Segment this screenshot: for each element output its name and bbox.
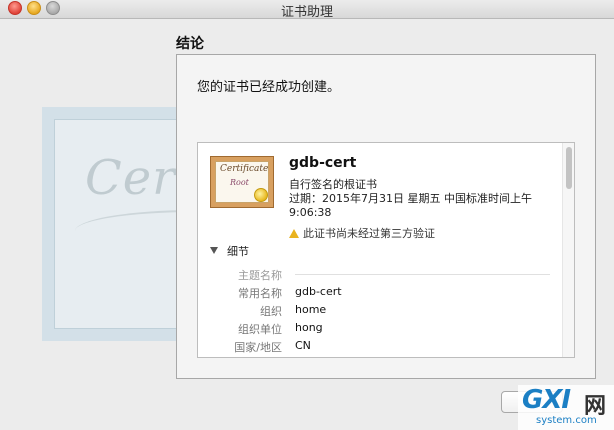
field-value: hong [295, 321, 323, 334]
subject-name-label: 主题名称 [238, 269, 282, 282]
vertical-scrollbar[interactable] [562, 143, 574, 357]
certificate-type: 自行签名的根证书 [289, 178, 377, 191]
field-label: 组织单位 [238, 323, 282, 336]
field-value: CN [295, 339, 311, 352]
field-value: gdb-cert [295, 285, 342, 298]
window-title: 证书助理 [280, 5, 333, 20]
field-label: 常用名称 [238, 287, 282, 300]
field-label: 国家/地区 [234, 341, 282, 354]
seal-icon [254, 188, 268, 202]
certificate-icon-title: Certificate [220, 164, 269, 174]
logo-brand: GXI [522, 385, 571, 415]
subject-name-header: 主题名称 [198, 267, 574, 283]
certificate-expiry: 过期：2015年7月31日 星期五 中国标准时间上午 9:06:38 [289, 192, 532, 219]
field-value: home [295, 303, 327, 316]
warning-text: 此证书尚未经过第三方验证 [303, 227, 435, 240]
detail-row-organization: 组织 home [198, 303, 574, 319]
certificate-name: gdb-cert [289, 155, 357, 171]
section-heading: 结论 [176, 36, 204, 52]
detail-row-common-name: 常用名称 gdb-cert [198, 285, 574, 301]
disclosure-triangle-icon[interactable] [210, 247, 218, 254]
warning-icon [289, 229, 299, 238]
title-bar: 证书助理 [0, 0, 614, 20]
detail-row-organizational-unit: 组织单位 hong [198, 321, 574, 337]
certificate-warning: 此证书尚未经过第三方验证 [289, 225, 435, 241]
details-disclosure[interactable]: 细节 [210, 243, 249, 259]
certificate-icon: Certificate Root [210, 156, 274, 208]
field-label: 组织 [260, 305, 282, 318]
site-watermark-logo: GXI 网 system.com [518, 385, 614, 430]
scrollbar-thumb[interactable] [566, 147, 572, 189]
success-message: 您的证书已经成功创建。 [197, 80, 341, 95]
details-label: 细节 [227, 245, 249, 258]
logo-url: system.com [536, 415, 597, 426]
certificate-icon-subtitle: Root [230, 178, 249, 187]
main-panel: 您的证书已经成功创建。 Certificate Root gdb-cert 自行… [176, 54, 596, 379]
certificate-details-box[interactable]: Certificate Root gdb-cert 自行签名的根证书 过期：20… [197, 142, 575, 358]
detail-row-country: 国家/地区 CN [198, 339, 574, 355]
subject-divider [295, 274, 550, 275]
